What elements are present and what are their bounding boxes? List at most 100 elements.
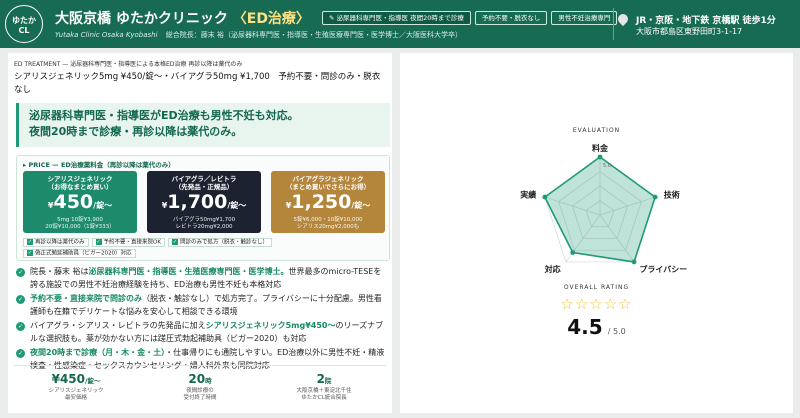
check-circle-icon: ✓: [16, 322, 25, 331]
card-price: 450: [53, 191, 94, 213]
radar-axis-label: 実績: [520, 189, 536, 199]
stat-label: 大阪京橋＋東淀北千住: [296, 388, 352, 394]
card-name: シアリスジェネリック: [47, 175, 113, 183]
overall-rating-label: OVERALL RATING: [563, 284, 630, 291]
feature-checks: ✓ 再診以降は薬代のみ ✓ 予約不要・直接来院OK ✓ 問診のみで処方（脱衣・触診なし…: [23, 238, 385, 258]
director-credit: 総合院長：藤末 裕（泌尿器科専門医・指導医・生殖医療専門医・医学博士／大阪医科大…: [165, 31, 462, 39]
bullet-text: 院長・藤末 裕は: [30, 267, 89, 276]
evaluation-label: EVALUATION: [572, 127, 621, 134]
checkbox-icon: ✓: [171, 239, 178, 245]
card-note: 20錠¥10,000（1錠¥333）: [45, 224, 115, 230]
bullet-highlight: 夜間20時まで診療（月・木・金・土）: [30, 348, 166, 357]
card-subname: （まとめ買いでさらにお得）: [285, 183, 371, 191]
header-subline: Yutaka Clinic Osaka Kyobashi 総合院長：藤末 裕（泌…: [55, 30, 462, 40]
card-unit: /錠〜: [351, 201, 371, 210]
star-rating: ☆☆☆☆☆: [560, 295, 633, 313]
check-circle-icon: ✓: [16, 268, 25, 277]
card-note: レビトラ20mg¥2,000: [175, 224, 233, 230]
stat-value: 2: [316, 372, 325, 386]
radar-data-area: [543, 156, 657, 263]
radar-data-point: [542, 194, 548, 200]
card-name: バイアグラ／レビトラ: [171, 175, 237, 183]
card-price: 1,250: [291, 191, 352, 213]
check-label: 問診のみで処方（脱衣・触診なし）: [179, 239, 268, 246]
check-item: ✓ 問診のみで処方（脱衣・触診なし）: [167, 238, 272, 247]
list-item: ✓ 予約不要・直接来院で問診のみ（脱衣・触診なし）で処方完了。プライバシーに十分配…: [16, 293, 386, 318]
callout-line-2: 夜間20時まで診療・再診以降は薬代のみ。: [29, 125, 243, 138]
bullet-text: バイアグラ・シアリス・レビトラの先発品に加え: [30, 321, 206, 330]
radar-data-point: [570, 250, 576, 255]
check-label: 予約不要・直接来院OK: [103, 239, 161, 246]
section-kicker: ED TREATMENT — 泌尿器科専門医・指導医による本格ED治療 再診以降…: [14, 61, 243, 68]
stat-label: 受付終了時間: [183, 395, 217, 401]
card-note: バイアグラ50mg¥1,700: [172, 217, 236, 223]
clinic-name-en: Yutaka Clinic Osaka Kyobashi: [55, 31, 158, 39]
stat-label: 最安価格: [64, 395, 87, 401]
tag-infertility[interactable]: 男性不妊治療専門: [551, 11, 618, 25]
header-tags: ✎ 泌尿器科専門医・指導医 夜間20時まで診療 予約不要・脱衣なし 男性不妊治療…: [322, 11, 618, 25]
radar-axis-label: 対応: [544, 264, 561, 274]
stat-value: ¥450: [51, 372, 86, 386]
card-unit: /錠〜: [93, 201, 113, 210]
price-heading: ▸ PRICE — ED治療薬料金（再診以降は薬代のみ）: [23, 161, 175, 169]
card-note: 5mg 10錠¥3,900: [57, 217, 103, 223]
site-header: ゆたか CL 大阪京橋 ゆたかクリニック 〈ED治療〉 Yutaka Clini…: [0, 0, 800, 48]
card-price: 1,700: [167, 191, 228, 213]
card-note: 5錠¥6,000・10錠¥10,000: [293, 217, 363, 223]
list-item: ✓ 院長・藤末 裕は泌尿器科専門医・指導医・生殖医療専門医・医学博士。世界最多のm…: [16, 266, 386, 291]
stat-min-price: ¥450/錠〜 シアリスジェネリック 最安価格: [14, 366, 138, 409]
stat-branches: 2院 大阪京橋＋東淀北千住 ゆたかCL統合院長: [262, 366, 386, 409]
title-main: 大阪京橋 ゆたかクリニック: [55, 11, 228, 27]
stat-value: 20: [188, 372, 206, 386]
stat-label: 夜間診療の: [186, 388, 214, 394]
clinic-logo[interactable]: ゆたか CL: [5, 5, 43, 43]
clinic-address: 大阪市都島区東野田町3-1-17: [636, 27, 743, 36]
check-item: ✓ 再診以降は薬代のみ: [23, 238, 89, 247]
overall-score: 4.5 / 5.0: [400, 315, 793, 339]
logo-text-2: CL: [18, 26, 30, 35]
check-circle-icon: ✓: [16, 349, 25, 358]
treatment-panel: ED TREATMENT — 泌尿器科専門医・指導医による本格ED治療 再診以降…: [8, 53, 392, 413]
station-access: JR・京阪・地下鉄 京橋駅 徒歩1分: [636, 16, 776, 26]
score-suffix: / 5.0: [607, 327, 626, 336]
stat-label: シアリスジェネリック: [48, 388, 104, 394]
check-circle-icon: ✓: [16, 295, 25, 304]
check-item: ✓ 偽正式勉延補助員（ビガー2020）対応: [23, 249, 136, 258]
radar-chart: 料金技術プライバシー 対応 実績 5.0: [520, 143, 687, 274]
price-card-viagra-generic[interactable]: バイアグラジェネリック （まとめ買いでさらにお得） ¥1,250/錠〜 5錠¥6,…: [271, 171, 385, 233]
checkbox-icon: ✓: [27, 250, 33, 256]
stats-bar: ¥450/錠〜 シアリスジェネリック 最安価格 20時 夜間診療の 受付終了時間…: [14, 365, 386, 409]
logo-text-1: ゆたか: [12, 16, 36, 25]
check-label: 偽正式勉延補助員（ビガー2020）対応: [35, 250, 132, 257]
check-item: ✓ 予約不要・直接来院OK: [91, 238, 165, 247]
callout-line-1: 泌尿器科専門医・指導医がED治療も男性不妊も対応。: [29, 109, 299, 122]
radar-axis-label: 料金: [592, 143, 609, 153]
stat-hours: 20時 夜間診療の 受付終了時間: [138, 366, 262, 409]
tag-no-reservation[interactable]: 予約不要・脱衣なし: [474, 11, 548, 25]
price-card-viagra-levitra[interactable]: バイアグラ／レビトラ （先発品・正規品） ¥1,700/錠〜 バイアグラ50mg¥…: [147, 171, 261, 233]
tag-specialist[interactable]: ✎ 泌尿器科専門医・指導医 夜間20時まで診療: [322, 11, 471, 25]
stat-unit: 時: [205, 377, 212, 385]
stat-unit: 院: [324, 377, 332, 385]
page-title: 大阪京橋 ゆたかクリニック 〈ED治療〉: [55, 8, 310, 28]
card-subname: （お得なまとめ買い）: [47, 183, 113, 191]
check-label: 再診以降は薬代のみ: [35, 239, 85, 246]
rating-panel: EVALUATION 料金技術プライバシー 対応 実績 5.0 OVERALL RAT…: [400, 53, 793, 413]
checkbox-icon: ✓: [95, 239, 102, 245]
map-pin-icon: [615, 11, 631, 27]
checkbox-icon: ✓: [27, 239, 33, 245]
card-subname: （先発品・正規品）: [174, 183, 234, 191]
lead-text: シアリスジェネリック5mg ¥450/錠〜・バイアグラ50mg ¥1,700 予…: [14, 72, 381, 95]
highlight-callout: 泌尿器科専門医・指導医がED治療も男性不妊も対応。 夜間20時まで診療・再診以降…: [16, 103, 390, 147]
price-card-cialis-generic[interactable]: シアリスジェネリック （お得なまとめ買い） ¥450/錠〜 5mg 10錠¥3,9…: [23, 171, 137, 233]
radar-axis-label: プライバシー: [639, 264, 687, 274]
card-name: バイアグラジェネリック: [292, 175, 364, 183]
bullet-highlight: シアリスジェネリック5mg¥450〜: [205, 321, 336, 330]
feature-list: ✓ 院長・藤末 裕は泌尿器科専門医・指導医・生殖医療専門医・医学博士。世界最多のm…: [16, 266, 386, 374]
score-value: 4.5: [567, 315, 603, 339]
radar-data-point: [597, 154, 603, 160]
radar-axis-label: 技術: [664, 189, 680, 199]
title-accent: 〈ED治療〉: [232, 11, 310, 27]
bullet-highlight: 予約不要・直接来院で問診のみ: [30, 294, 142, 303]
radar-tick-label: 5.0: [603, 163, 611, 169]
